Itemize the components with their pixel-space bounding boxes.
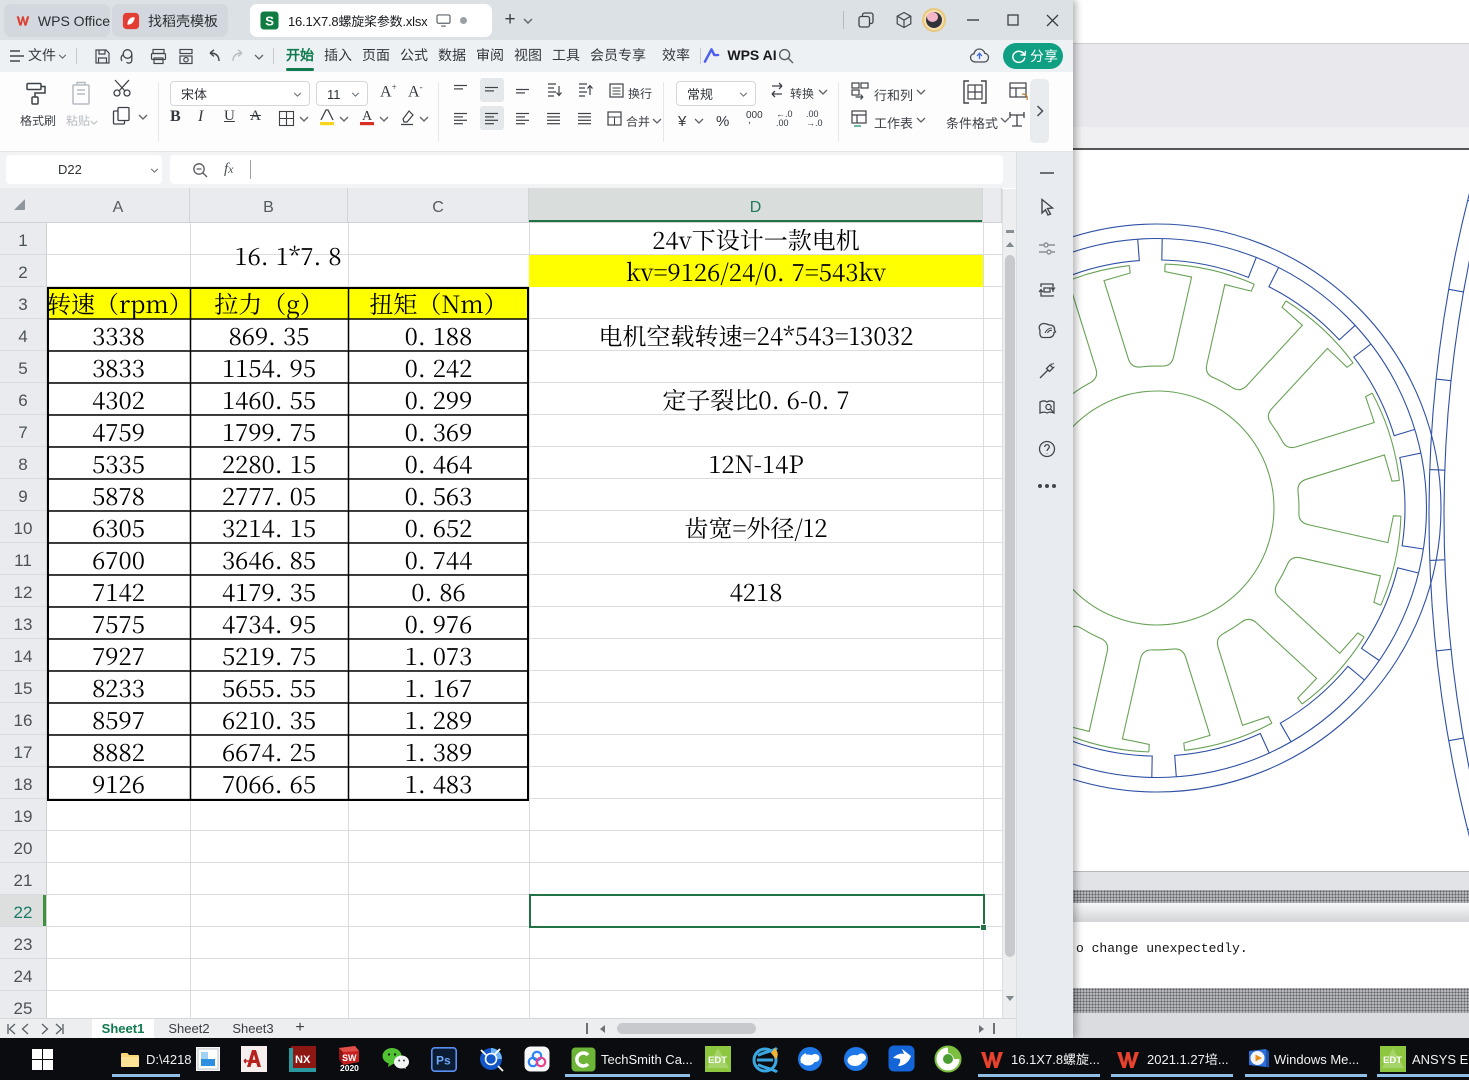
svg-text:EDT: EDT <box>1383 1055 1402 1066</box>
svg-text:SW: SW <box>342 1053 357 1063</box>
svg-text:2020: 2020 <box>340 1063 359 1072</box>
svg-text:Ps: Ps <box>436 1054 451 1068</box>
svg-text:EDT: EDT <box>708 1055 727 1066</box>
svg-text:NX: NX <box>295 1054 311 1066</box>
